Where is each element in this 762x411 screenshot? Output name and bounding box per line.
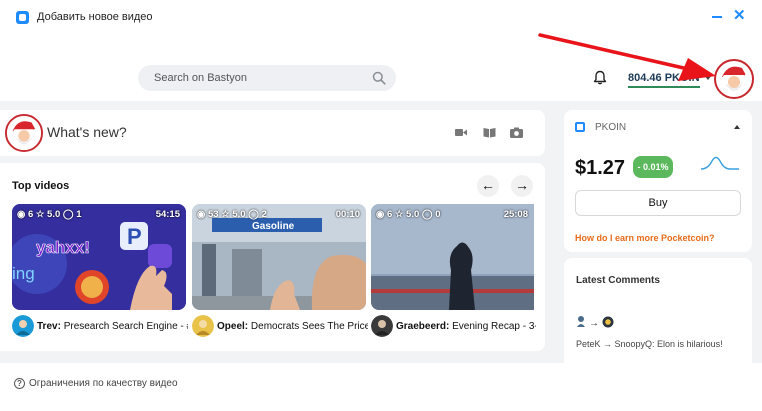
app-logo-icon: [16, 11, 29, 24]
video-duration: 25:08: [503, 209, 528, 220]
video-meta: Trev: Presearch Search Engine - #Searc: [12, 315, 188, 339]
star-icon: ☆: [35, 209, 45, 220]
section-title: Latest Comments: [576, 275, 660, 286]
pkoin-logo-icon: [575, 122, 585, 132]
author-name[interactable]: Graebeerd:: [396, 321, 449, 332]
search-bar[interactable]: [138, 65, 396, 91]
comment-users[interactable]: PeteK → SnoopyQ:: [576, 339, 657, 349]
gas-station-sign: Gasoline: [252, 221, 295, 232]
views-count: 6: [27, 209, 34, 220]
next-button[interactable]: →: [511, 175, 533, 197]
star-icon: ☆: [221, 209, 230, 220]
latest-comments-widget: Latest Comments → PeteK → SnoopyQ: Elon …: [564, 258, 752, 363]
video-title-line[interactable]: Opeel: Democrats Sees The Price: [217, 321, 368, 332]
views-count: 6: [386, 209, 393, 220]
yahoo-logo: yahxx!: [36, 238, 90, 258]
rating-value: 5.0: [406, 209, 420, 220]
video-stats: ◉ 6 ☆ 5.0 ◯ 1: [17, 209, 81, 220]
sparkline-chart: [700, 156, 739, 170]
buy-button[interactable]: Buy: [575, 190, 741, 216]
coin-name: PKOIN: [595, 122, 627, 133]
search-input[interactable]: [154, 65, 354, 91]
author-name[interactable]: Trev:: [37, 321, 61, 332]
views-count: 53: [207, 209, 219, 220]
price-change-badge: - 0.01%: [633, 156, 673, 178]
comment-icon: ◯: [421, 209, 433, 220]
coin-price: $1.27: [575, 157, 626, 179]
views-icon: ◉: [17, 209, 26, 220]
top-videos-section: Top videos ← → P yahxx! ing ◉ 6 ☆ 5.0 ◯ …: [0, 163, 545, 351]
comment-preview[interactable]: PeteK → SnoopyQ: Elon is hilarious!: [576, 339, 723, 349]
composer-prompt[interactable]: What's new?: [47, 124, 127, 140]
comment-icon: ◯: [248, 209, 259, 220]
previous-button[interactable]: ←: [477, 175, 499, 197]
views-icon: ◉: [376, 209, 385, 220]
help-icon[interactable]: ?: [14, 378, 25, 389]
star-icon: ☆: [394, 209, 404, 220]
video-thumbnail[interactable]: ◉ 6 ☆ 5.0 ◯ 0 25:08: [371, 204, 534, 310]
video-duration: 00:10: [335, 209, 360, 220]
camera-icon[interactable]: [510, 127, 523, 138]
author-avatar[interactable]: [12, 315, 34, 337]
gas-station-sign-text: Gasoline: [252, 221, 295, 232]
section-title: Top videos: [12, 180, 70, 192]
article-icon[interactable]: [483, 127, 496, 138]
chevron-up-icon[interactable]: [734, 125, 740, 129]
video-icon[interactable]: [455, 128, 467, 137]
video-meta: Graebeerd: Evening Recap - 3-2: [371, 315, 536, 339]
video-title-line[interactable]: Trev: Presearch Search Engine - #Searc: [37, 321, 188, 332]
author-avatar[interactable]: [371, 315, 393, 337]
minimize-icon[interactable]: [712, 16, 722, 18]
author-name[interactable]: Opeel:: [217, 321, 248, 332]
bing-logo-text: ing: [12, 264, 35, 283]
earn-pocketcoin-link[interactable]: How do I earn more Pocketcoin?: [575, 233, 715, 243]
window-title: Добавить новое видео: [37, 11, 153, 23]
bing-logo: ing: [12, 264, 35, 283]
avatar[interactable]: [714, 59, 754, 99]
video-thumbnail[interactable]: P yahxx! ing ◉ 6 ☆ 5.0 ◯ 1 54:15: [12, 204, 186, 310]
comment-users-icons: →: [577, 316, 614, 329]
rating-value: 5.0: [232, 209, 246, 220]
video-title[interactable]: Evening Recap - 3-2: [452, 321, 536, 332]
svg-text:→: →: [589, 318, 599, 329]
comments-count: 2: [261, 209, 267, 220]
red-arrow-annotation: [538, 33, 716, 81]
views-icon: ◉: [197, 209, 206, 220]
comments-count: 1: [76, 209, 82, 220]
quality-restrictions-link[interactable]: Ограничения по качеству видео: [29, 378, 178, 389]
comment-icon: ◯: [62, 209, 74, 220]
footer: ? Ограничения по качеству видео: [0, 363, 762, 411]
video-title[interactable]: Presearch Search Engine - #Searc: [64, 321, 188, 332]
video-stats: ◉ 53 ☆ 5.0 ◯ 2: [197, 209, 267, 220]
video-thumbnail[interactable]: Gasoline ◉ 53 ☆ 5.0 ◯ 2 00:10: [192, 204, 366, 310]
close-icon[interactable]: ✕: [733, 7, 746, 25]
post-composer[interactable]: What's new?: [0, 110, 545, 156]
svg-text:P: P: [127, 224, 142, 249]
search-icon[interactable]: [372, 71, 386, 85]
comments-count: 0: [435, 209, 441, 220]
video-title[interactable]: Democrats Sees The Price: [251, 321, 368, 332]
video-title-line[interactable]: Graebeerd: Evening Recap - 3-2: [396, 321, 536, 332]
video-stats: ◉ 6 ☆ 5.0 ◯ 0: [376, 209, 440, 220]
avatar: [5, 114, 43, 152]
rating-value: 5.0: [47, 209, 61, 220]
author-avatar[interactable]: [192, 315, 214, 337]
video-duration: 54:15: [155, 209, 180, 220]
yahoo-logo-text: yahxx!: [36, 238, 90, 257]
comment-text[interactable]: Elon is hilarious!: [657, 339, 723, 349]
pkoin-widget: PKOIN $1.27 - 0.01% Buy How do I earn mo…: [564, 110, 752, 252]
video-meta: Opeel: Democrats Sees The Price: [192, 315, 368, 339]
